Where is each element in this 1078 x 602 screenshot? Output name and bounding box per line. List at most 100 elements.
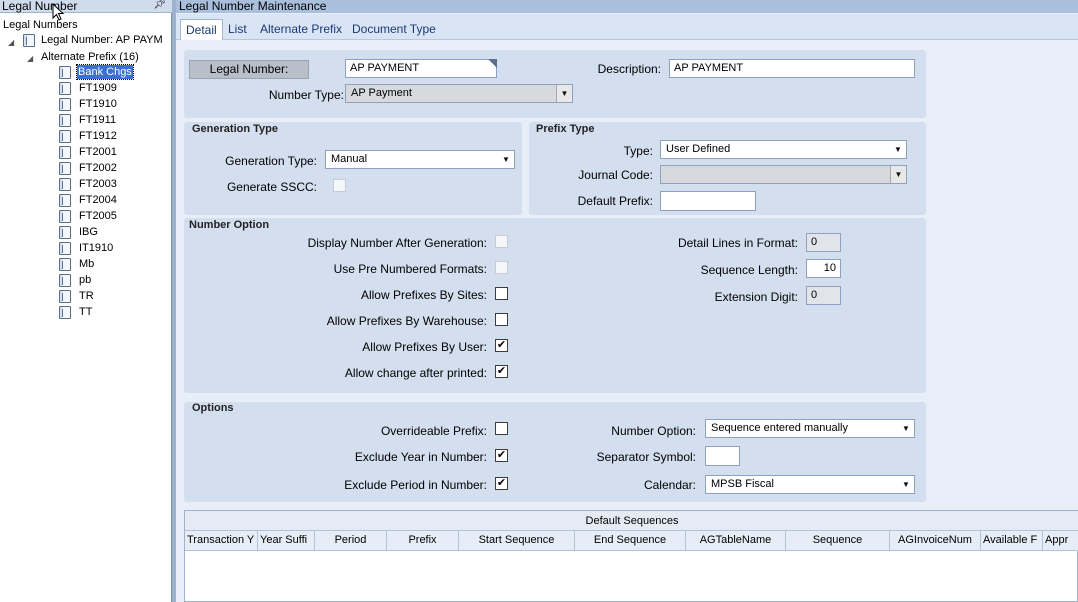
detail-lines-field[interactable]: 0 [806, 233, 841, 252]
book-icon [59, 242, 71, 255]
calendar-label: Calendar: [643, 478, 696, 492]
field-corner-icon [488, 59, 497, 68]
tree-item-alternate-prefix[interactable]: pb [79, 273, 91, 287]
tree-item-alternate-prefix[interactable]: FT2004 [79, 193, 117, 207]
chevron-down-icon[interactable]: ▼ [556, 85, 572, 102]
grid-column-header[interactable]: Transaction Y [185, 531, 258, 551]
book-icon [23, 34, 35, 47]
tree-item-alternate-prefix[interactable]: TT [79, 305, 92, 319]
tree-root[interactable]: Legal Numbers [3, 18, 78, 32]
tree-item-alternate-prefix[interactable]: FT1910 [79, 97, 117, 111]
chevron-down-icon[interactable]: ▼ [898, 420, 914, 437]
default-sequences-grid: Default Sequences Transaction Y Year Suff… [184, 510, 1078, 602]
exclude-period-label: Exclude Period in Number: [344, 478, 487, 492]
grid-column-header[interactable]: Period [315, 531, 387, 551]
sequence-length-field[interactable]: 10 [806, 259, 841, 278]
allow-prefix-warehouse-label: Allow Prefixes By Warehouse: [326, 314, 487, 328]
extension-digit-field[interactable]: 0 [806, 286, 841, 305]
grid-column-header[interactable]: Appr [1043, 531, 1078, 551]
collapse-toggle-icon[interactable]: ◢ [8, 38, 14, 47]
pin-icon[interactable]: 📌︎ [153, 0, 166, 11]
generate-sscc-checkbox[interactable] [333, 179, 346, 192]
legal-number-field[interactable]: AP PAYMENT [345, 59, 497, 78]
grid-column-header[interactable]: End Sequence [575, 531, 686, 551]
tab-detail[interactable]: Detail [180, 19, 223, 40]
journal-code-select[interactable]: ▼ [660, 165, 907, 184]
number-type-select[interactable]: AP Payment ▼ [345, 84, 573, 103]
extension-digit-label: Extension Digit: [714, 290, 798, 304]
grid-column-header[interactable]: Year Suffi [258, 531, 315, 551]
legal-number-tree-panel: Legal Number 📌︎ Legal Numbers ◢ Legal Nu… [0, 0, 172, 602]
display-after-generation-checkbox[interactable] [495, 235, 508, 248]
book-icon [59, 290, 71, 303]
grid-column-header[interactable]: Available F [981, 531, 1043, 551]
grid-column-header[interactable]: Sequence [786, 531, 890, 551]
options-section: Options Overrideable Prefix: Exclude Yea… [184, 402, 926, 502]
grid-column-header[interactable]: AGInvoiceNum [890, 531, 981, 551]
number-option-select[interactable]: Sequence entered manually ▼ [705, 419, 915, 438]
tree-item-alternate-prefix[interactable]: IBG [79, 225, 98, 239]
tab-document-type[interactable]: Document Type [347, 19, 441, 40]
header-section: Legal Number: AP PAYMENT Description: AP… [184, 50, 926, 118]
number-type-value: AP Payment [351, 87, 412, 99]
allow-prefix-warehouse-checkbox[interactable] [495, 313, 508, 326]
book-icon [59, 306, 71, 319]
book-icon [59, 98, 71, 111]
chevron-down-icon[interactable]: ▼ [890, 166, 906, 183]
default-prefix-field[interactable] [660, 191, 756, 211]
use-pre-numbered-checkbox[interactable] [495, 261, 508, 274]
allow-prefix-sites-checkbox[interactable] [495, 287, 508, 300]
allow-prefix-sites-label: Allow Prefixes By Sites: [360, 288, 487, 302]
allow-prefix-user-checkbox[interactable]: ✔ [495, 339, 508, 352]
collapse-toggle-icon[interactable]: ◢ [27, 54, 33, 63]
exclude-period-checkbox[interactable]: ✔ [495, 477, 508, 490]
generation-type-select[interactable]: Manual ▼ [325, 150, 515, 169]
tree-item-alternate-prefix[interactable]: FT1911 [79, 113, 116, 127]
tree-item-alternate-prefix[interactable]: Mb [79, 257, 94, 271]
separator-symbol-field[interactable] [705, 446, 740, 466]
number-type-label: Number Type: [268, 88, 344, 102]
book-icon [59, 162, 71, 175]
tree-item-alternate-prefix[interactable]: FT2005 [79, 209, 117, 223]
tab-list[interactable]: List [223, 19, 252, 40]
chevron-down-icon[interactable]: ▼ [898, 476, 914, 493]
tree-node-legal-number[interactable]: Legal Number: AP PAYM [41, 33, 163, 47]
tree-item-alternate-prefix[interactable]: FT2003 [79, 177, 117, 191]
number-option-value: Sequence entered manually [711, 422, 848, 434]
exclude-year-checkbox[interactable]: ✔ [495, 449, 508, 462]
tree-item-alternate-prefix[interactable]: FT2002 [79, 161, 117, 175]
tab-alternate-prefix[interactable]: Alternate Prefix [255, 19, 347, 40]
tree-item-alternate-prefix[interactable]: FT1909 [79, 81, 117, 95]
tree-item-alternate-prefix[interactable]: FT1912 [79, 129, 117, 143]
section-title: Generation Type [192, 123, 278, 135]
tree-item-alternate-prefix[interactable]: Bank Chgs [76, 64, 134, 80]
tree-node-alternate-prefix[interactable]: Alternate Prefix (16) [41, 50, 139, 64]
allow-change-after-printed-checkbox[interactable]: ✔ [495, 365, 508, 378]
calendar-value: MPSB Fiscal [711, 478, 774, 490]
chevron-down-icon[interactable]: ▼ [890, 141, 906, 158]
tree-panel-title-text: Legal Number [2, 0, 78, 13]
overrideable-prefix-checkbox[interactable] [495, 422, 508, 435]
tab-bar: Detail List Alternate Prefix Document Ty… [176, 14, 1078, 40]
prefix-type-select[interactable]: User Defined ▼ [660, 140, 907, 159]
sequence-length-label: Sequence Length: [700, 263, 798, 277]
grid-column-header[interactable]: Start Sequence [459, 531, 575, 551]
generation-type-section: Generation Type Generation Type: Manual … [184, 122, 522, 215]
grid-column-header[interactable]: Prefix [387, 531, 459, 551]
tree-item-alternate-prefix[interactable]: IT1910 [79, 241, 113, 255]
generation-type-value: Manual [331, 153, 368, 165]
book-icon [59, 194, 71, 207]
description-field[interactable]: AP PAYMENT [669, 59, 915, 78]
tree-item-alternate-prefix[interactable]: FT2001 [79, 145, 117, 159]
section-title: Number Option [189, 219, 270, 231]
tree-item-alternate-prefix[interactable]: TR [79, 289, 94, 303]
journal-code-label: Journal Code: [578, 168, 653, 182]
maintenance-panel: Legal Number Maintenance Detail List Alt… [176, 0, 1078, 602]
generate-sscc-label: Generate SSCC: [226, 180, 317, 194]
number-option-label: Number Option: [611, 424, 696, 438]
chevron-down-icon[interactable]: ▼ [498, 151, 514, 168]
book-icon [59, 82, 71, 95]
calendar-select[interactable]: MPSB Fiscal ▼ [705, 475, 915, 494]
grid-column-header[interactable]: AGTableName [686, 531, 786, 551]
separator-symbol-label: Separator Symbol: [596, 450, 696, 464]
